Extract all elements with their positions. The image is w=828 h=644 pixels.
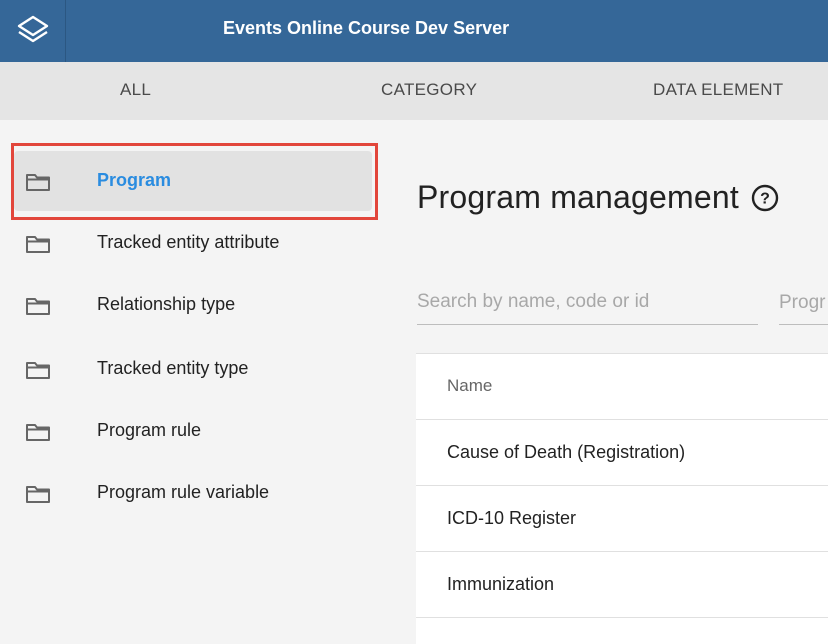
sidebar-item-relationship-type[interactable]: Relationship type [14, 275, 372, 335]
folder-icon [25, 234, 51, 259]
sidebar: Program Tracked entity attribute Relatio… [0, 120, 390, 630]
folder-icon [25, 296, 51, 321]
sidebar-item-program-rule-variable[interactable]: Program rule variable [14, 463, 372, 523]
table-row[interactable]: ICD-10 Register [416, 486, 828, 552]
app-header: Events Online Course Dev Server [0, 0, 828, 62]
folder-icon [25, 422, 51, 447]
table-row[interactable]: Immunization [416, 552, 828, 618]
table-row[interactable]: Cause of Death (Registration) [416, 420, 828, 486]
program-list-table: Name Cause of Death (Registration) ICD-1… [416, 353, 828, 644]
sidebar-item-label: Program rule [97, 420, 202, 440]
svg-text:?: ? [760, 191, 770, 208]
folder-icon [25, 360, 51, 385]
tab-all[interactable]: ALL [120, 62, 151, 120]
tab-category[interactable]: CATEGORY [381, 62, 477, 120]
tab-data-element[interactable]: DATA ELEMENT [653, 62, 784, 120]
search-field [417, 288, 758, 325]
help-circle-icon[interactable]: ? [751, 184, 779, 217]
sidebar-item-label: Relationship type [97, 294, 236, 314]
dhis2-logo-icon[interactable] [0, 0, 66, 62]
sidebar-item-program[interactable]: Program [14, 151, 372, 211]
sidebar-item-program-rule[interactable]: Program rule [14, 401, 372, 461]
sidebar-item-label: Program [97, 170, 172, 190]
program-type-filter[interactable]: Progr [779, 288, 828, 325]
page-title: Program management [417, 179, 739, 215]
column-header-name[interactable]: Name [447, 376, 492, 396]
sidebar-item-label: Tracked entity type [97, 358, 249, 378]
search-input[interactable] [417, 291, 758, 313]
table-cell-name: ICD-10 Register [447, 508, 577, 528]
sidebar-item-tracked-entity-type[interactable]: Tracked entity type [14, 339, 372, 399]
folder-icon [25, 484, 51, 509]
table-header: Name [416, 354, 828, 420]
sidebar-item-label: Tracked entity attribute [97, 232, 280, 252]
table-cell-name: Cause of Death (Registration) [447, 442, 686, 462]
table-cell-name: Immunization [447, 574, 555, 594]
sidebar-item-tracked-entity-attribute[interactable]: Tracked entity attribute [14, 213, 372, 273]
sidebar-item-label: Program rule variable [97, 482, 270, 502]
folder-icon [25, 172, 51, 197]
header-title: Events Online Course Dev Server [223, 18, 510, 38]
section-tabs: ALL CATEGORY DATA ELEMENT [0, 62, 828, 120]
